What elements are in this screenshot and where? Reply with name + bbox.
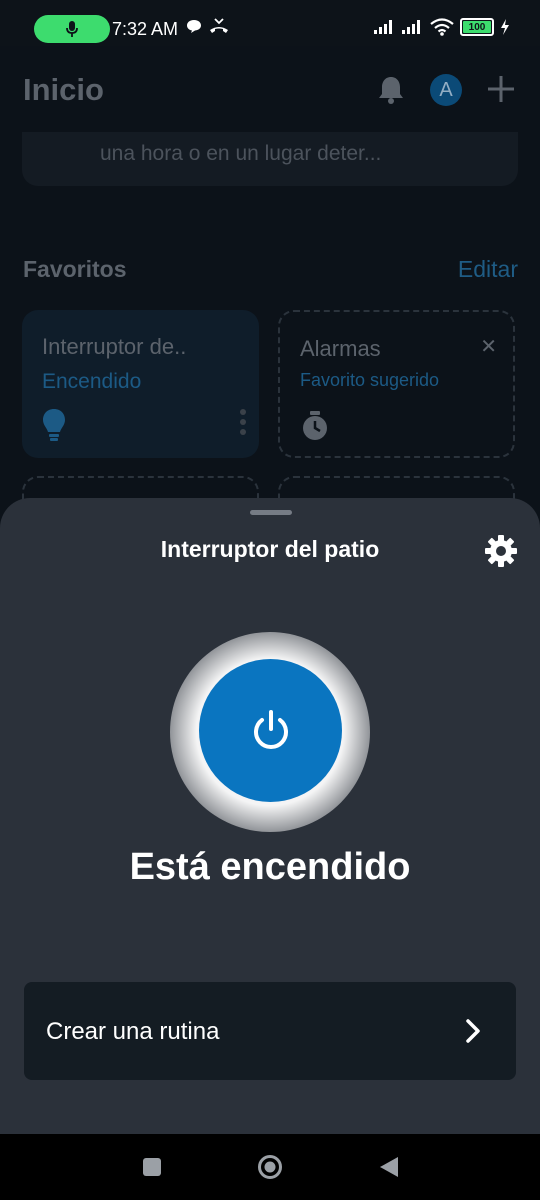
favorite-card-title: Alarmas xyxy=(300,336,381,361)
edit-favorites-link[interactable]: Editar xyxy=(458,256,518,283)
create-routine-label: Crear una rutina xyxy=(46,1018,220,1045)
navigation-bar xyxy=(0,1134,540,1200)
kebab-menu-icon[interactable] xyxy=(239,408,247,436)
battery-icon: 100 xyxy=(460,18,494,36)
favorite-card-status: Encendido xyxy=(42,370,142,393)
favorites-title: Favoritos xyxy=(23,256,127,282)
signal-icon xyxy=(374,20,392,34)
status-bar: 7:32 AM 100 xyxy=(0,0,540,46)
power-button[interactable] xyxy=(199,659,342,802)
hint-card[interactable]: una hora o en un lugar deter... xyxy=(22,132,518,186)
square-icon[interactable] xyxy=(139,1154,165,1180)
favorite-card-alarms[interactable]: Alarmas Favorito sugerido ✕ xyxy=(278,310,515,458)
mic-icon xyxy=(66,21,78,37)
create-routine-button[interactable]: Crear una rutina xyxy=(24,982,516,1080)
wifi-icon xyxy=(430,18,454,36)
triangle-back-icon[interactable] xyxy=(376,1154,402,1180)
hint-text: una hora o en un lugar deter... xyxy=(100,142,382,165)
avatar[interactable]: A xyxy=(430,74,462,106)
close-icon[interactable]: ✕ xyxy=(480,334,497,359)
drag-handle[interactable] xyxy=(250,510,292,515)
bell-icon[interactable] xyxy=(376,74,406,106)
chevron-right-icon xyxy=(466,1019,480,1043)
status-right-group: 100 xyxy=(374,18,510,36)
lightbulb-icon xyxy=(43,409,65,441)
charging-icon xyxy=(501,19,509,35)
status-time: 7:32 AM xyxy=(112,19,179,39)
mic-indicator[interactable] xyxy=(34,15,110,43)
battery-level: 100 xyxy=(468,21,486,33)
device-bottom-sheet: Interruptor del patio Está encendido Cre… xyxy=(0,498,540,1138)
chat-bubble-icon xyxy=(187,20,201,33)
alarm-clock-icon xyxy=(303,411,327,440)
favorite-card-title: Interruptor de.. xyxy=(42,334,187,359)
circle-icon[interactable] xyxy=(257,1154,283,1180)
power-icon xyxy=(253,709,288,749)
page-title: Inicio xyxy=(23,72,104,107)
signal-icon xyxy=(402,20,420,34)
plus-icon[interactable] xyxy=(486,74,516,104)
screen: 7:32 AM 100 Inicio A una hora o en un lu… xyxy=(0,0,540,1200)
favorite-card-switch[interactable]: Interruptor de.. Encendido xyxy=(22,310,259,458)
device-state-text: Está encendido xyxy=(129,846,411,888)
missed-call-icon xyxy=(210,18,228,33)
favorite-card-status: Favorito sugerido xyxy=(300,370,440,390)
gear-icon[interactable] xyxy=(484,534,518,568)
device-title: Interruptor del patio xyxy=(160,536,380,562)
